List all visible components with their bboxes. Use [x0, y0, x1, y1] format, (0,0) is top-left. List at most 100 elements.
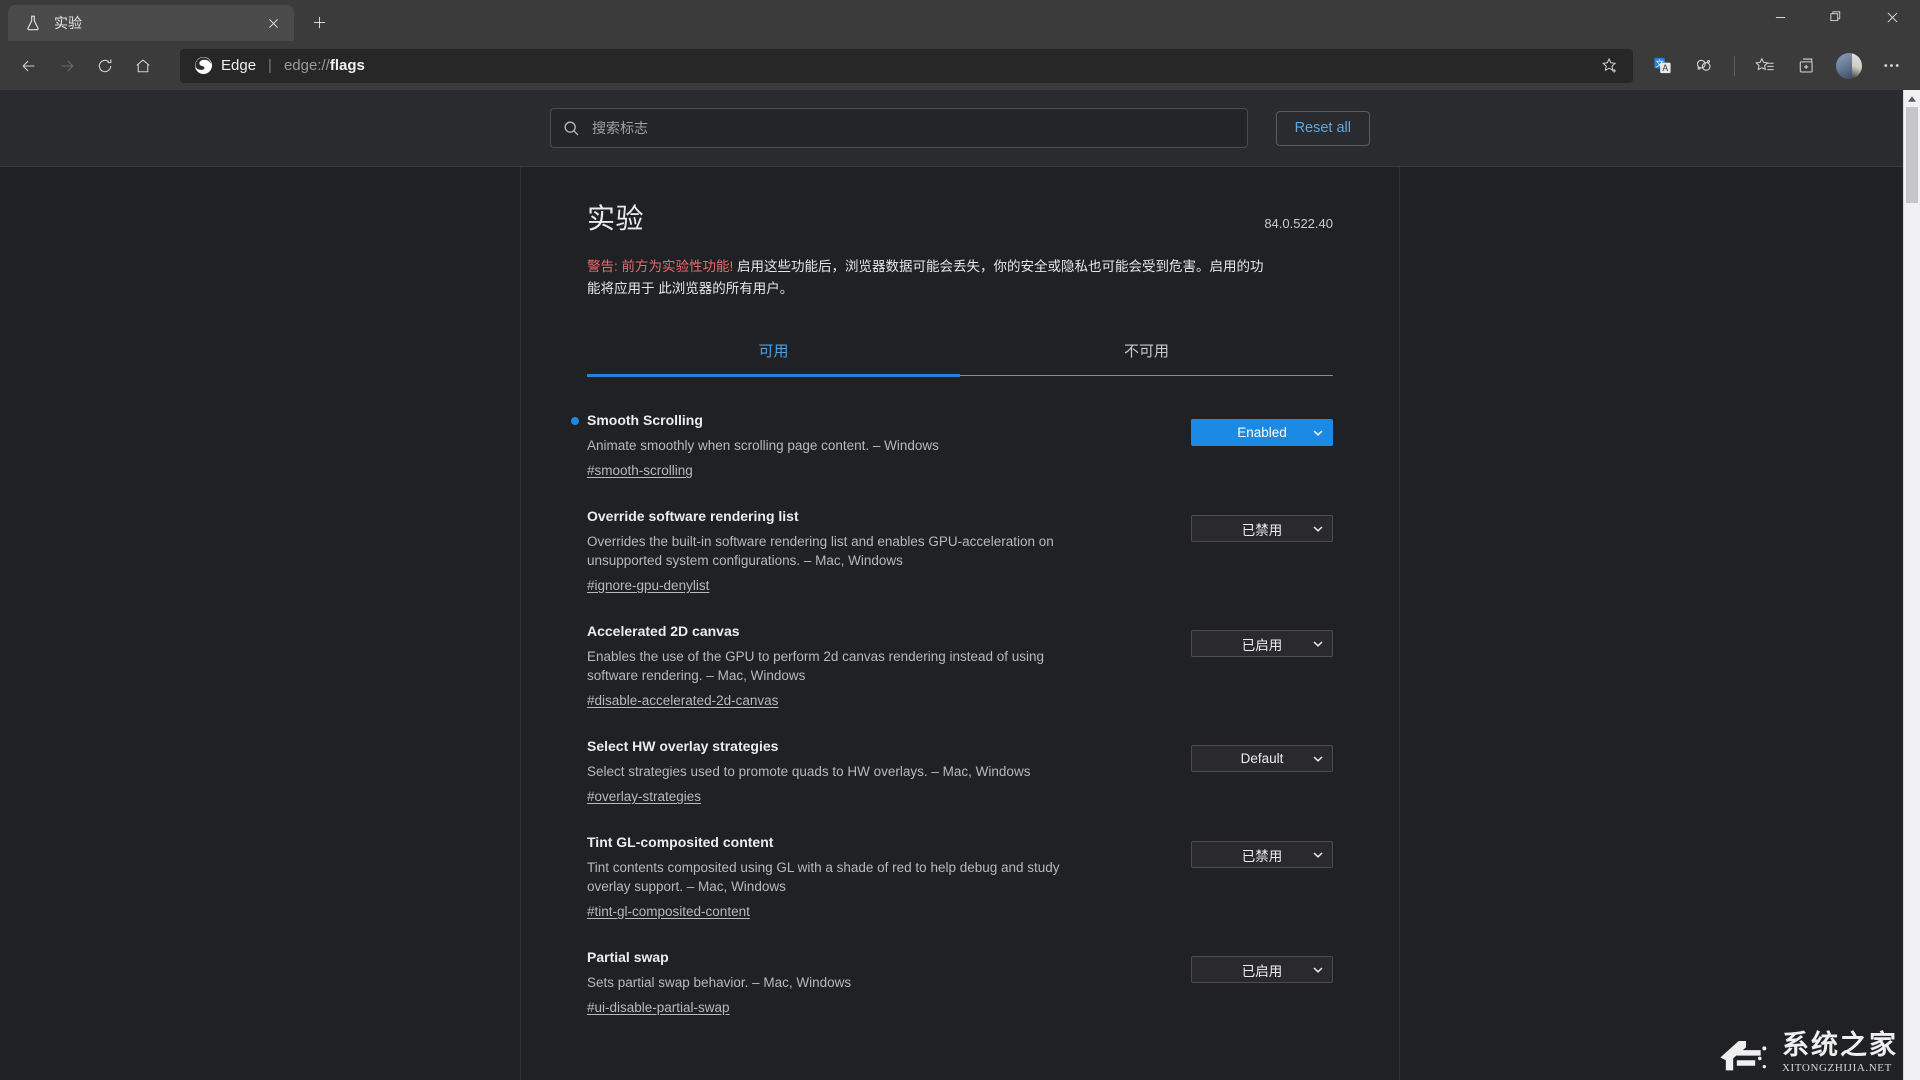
search-box[interactable]	[550, 108, 1248, 148]
chevron-down-icon	[1313, 851, 1323, 858]
toolbar-divider	[1734, 56, 1735, 76]
scroll-up-arrow-icon[interactable]	[1904, 90, 1920, 107]
omnibox-separator: |	[268, 57, 272, 74]
experiment-select[interactable]: Default	[1191, 745, 1333, 772]
url-prefix: edge://	[284, 57, 330, 74]
tab-available[interactable]: 可用	[587, 330, 960, 375]
flask-icon	[24, 14, 42, 32]
title-bar: 实验	[0, 0, 1920, 41]
edge-logo-icon	[194, 56, 213, 75]
chevron-down-icon	[1313, 525, 1323, 532]
warning-text: 警告: 前方为实验性功能! 启用这些功能后，浏览器数据可能会丢失，你的安全或隐私…	[587, 256, 1267, 300]
experiment-select-value: 已禁用	[1242, 519, 1283, 539]
favorites-list-icon[interactable]	[1746, 47, 1784, 85]
watermark-text: 系统之家 XITONGZHIJIA.NET	[1782, 1032, 1898, 1074]
settings-more-icon[interactable]	[1872, 47, 1910, 85]
experiment-title: Override software rendering list	[587, 507, 1173, 525]
experiment-title: Accelerated 2D canvas	[587, 622, 1173, 640]
chevron-down-icon	[1313, 640, 1323, 647]
experiment-select-value: 已启用	[1242, 634, 1283, 654]
experiment-row: Select HW overlay strategies Select stra…	[587, 724, 1333, 820]
experiment-permalink[interactable]: #disable-accelerated-2d-canvas	[587, 693, 778, 708]
search-input[interactable]	[592, 120, 1235, 136]
collections-add-icon[interactable]	[1788, 47, 1826, 85]
experiment-permalink[interactable]: #overlay-strategies	[587, 789, 701, 804]
profile-avatar[interactable]	[1830, 47, 1868, 85]
edge-brand-label: Edge	[221, 57, 256, 74]
experiment-title: Smooth Scrolling	[587, 411, 1173, 429]
experiment-permalink[interactable]: #ignore-gpu-denylist	[587, 578, 709, 593]
experiment-row: Smooth Scrolling Animate smoothly when s…	[587, 398, 1333, 494]
toolbar-icons: 文 A	[1643, 47, 1910, 85]
experiment-select-value: 已禁用	[1242, 845, 1283, 865]
experiment-select[interactable]: 已启用	[1191, 630, 1333, 657]
address-bar[interactable]: Edge | edge://flags	[180, 49, 1633, 83]
tab-unavailable[interactable]: 不可用	[960, 330, 1333, 375]
chevron-down-icon	[1313, 966, 1323, 973]
watermark-english: XITONGZHIJIA.NET	[1782, 1063, 1898, 1074]
minimize-button[interactable]	[1752, 0, 1808, 34]
window-controls	[1752, 0, 1920, 34]
experiments-list: Smooth Scrolling Animate smoothly when s…	[587, 376, 1333, 1031]
experiment-permalink[interactable]: #smooth-scrolling	[587, 463, 693, 478]
experiment-select[interactable]: 已禁用	[1191, 841, 1333, 868]
experiment-description: Enables the use of the GPU to perform 2d…	[587, 647, 1087, 685]
new-tab-button[interactable]	[302, 6, 336, 38]
search-icon	[563, 120, 580, 137]
avatar	[1836, 53, 1862, 79]
experiment-select[interactable]: Enabled	[1191, 419, 1333, 446]
experiment-row: Partial swap Sets partial swap behavior.…	[587, 935, 1333, 1031]
close-button[interactable]	[1864, 0, 1920, 34]
flags-tabs: 可用 不可用	[587, 330, 1333, 376]
back-button[interactable]	[10, 47, 48, 85]
tab-strip: 实验	[0, 0, 336, 41]
watermark-chinese: 系统之家	[1782, 1032, 1898, 1059]
experiment-row: Accelerated 2D canvas Enables the use of…	[587, 609, 1333, 724]
watermark-logo-icon	[1718, 1030, 1774, 1074]
tab-title: 实验	[54, 13, 262, 33]
experiment-title: Partial swap	[587, 948, 1173, 966]
address-bar-url: edge://flags	[284, 57, 365, 74]
experiment-select-value: Default	[1241, 751, 1284, 766]
scrollbar-thumb[interactable]	[1906, 107, 1918, 203]
forward-button[interactable]	[48, 47, 86, 85]
experiment-description: Overrides the built-in software renderin…	[587, 532, 1087, 570]
title-row: 实验 84.0.522.40	[587, 197, 1333, 237]
svg-text:A: A	[1662, 64, 1668, 74]
modified-indicator-dot	[571, 417, 579, 425]
experiment-description: Select strategies used to promote quads …	[587, 762, 1087, 781]
browser-tab[interactable]: 实验	[8, 5, 294, 41]
experiment-permalink[interactable]: #ui-disable-partial-swap	[587, 1000, 730, 1015]
experiment-permalink[interactable]: #tint-gl-composited-content	[587, 904, 750, 919]
content-wrapper: 实验 84.0.522.40 警告: 前方为实验性功能! 启用这些功能后，浏览器…	[0, 167, 1920, 1080]
experiment-description: Tint contents composited using GL with a…	[587, 858, 1087, 896]
page-title: 实验	[587, 197, 644, 237]
warning-highlight: 警告: 前方为实验性功能!	[587, 259, 733, 274]
experiment-title: Select HW overlay strategies	[587, 737, 1173, 755]
experiment-select[interactable]: 已禁用	[1191, 515, 1333, 542]
experiment-description: Sets partial swap behavior. – Mac, Windo…	[587, 973, 1087, 992]
experiment-select[interactable]: 已启用	[1191, 956, 1333, 983]
edge-brand: Edge	[194, 56, 256, 75]
page-scrollbar[interactable]	[1903, 90, 1920, 1080]
refresh-button[interactable]	[86, 47, 124, 85]
experiment-title: Tint GL-composited content	[587, 833, 1173, 851]
home-button[interactable]	[124, 47, 162, 85]
maximize-button[interactable]	[1808, 0, 1864, 34]
experiment-row: Tint GL-composited content Tint contents…	[587, 820, 1333, 935]
experiment-select-value: Enabled	[1237, 425, 1287, 440]
chevron-down-icon	[1313, 429, 1323, 436]
star-add-icon[interactable]	[1597, 53, 1623, 79]
watermark: 系统之家 XITONGZHIJIA.NET	[1718, 1030, 1898, 1074]
browser-toolbar: Edge | edge://flags 文 A	[0, 41, 1920, 90]
reset-all-button[interactable]: Reset all	[1276, 111, 1370, 146]
collections-rings-icon[interactable]	[1685, 47, 1723, 85]
url-path: flags	[330, 57, 365, 74]
experiment-description: Animate smoothly when scrolling page con…	[587, 436, 1087, 455]
flags-search-header: Reset all	[0, 90, 1920, 167]
content-column: 实验 84.0.522.40 警告: 前方为实验性功能! 启用这些功能后，浏览器…	[520, 167, 1400, 1080]
close-icon[interactable]	[262, 12, 284, 34]
version-label: 84.0.522.40	[1264, 216, 1333, 231]
experiment-select-value: 已启用	[1242, 960, 1283, 980]
translate-icon[interactable]: 文 A	[1643, 47, 1681, 85]
